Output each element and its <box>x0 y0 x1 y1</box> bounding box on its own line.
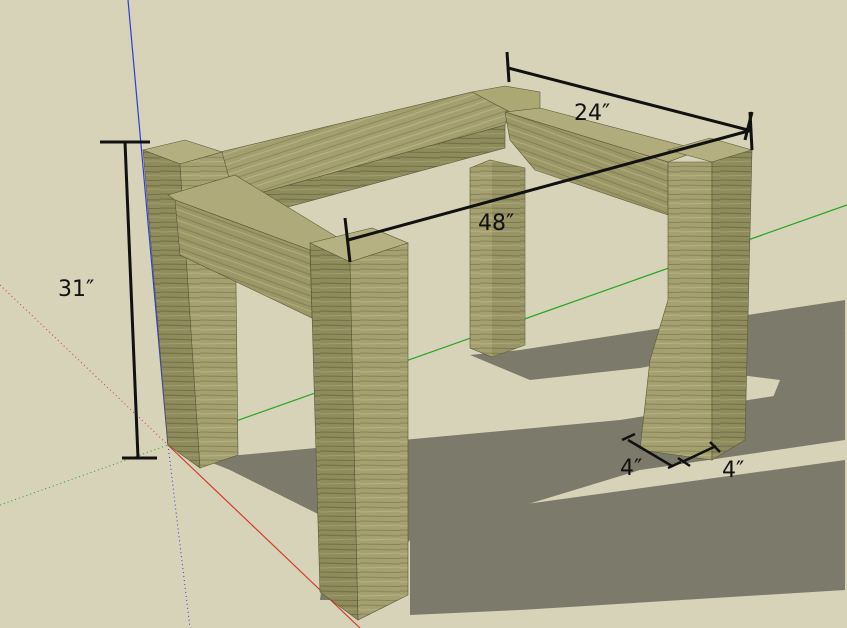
green-axis-dotted <box>0 444 169 506</box>
cast-shadow <box>205 300 845 615</box>
model-viewport[interactable]: 31″ 48″ 24″ 4″ 4″ <box>0 0 847 628</box>
depth-label: 24″ <box>574 101 610 126</box>
front-left-leg <box>309 227 409 621</box>
leg-width-label: 4″ <box>620 456 642 481</box>
height-label: 31″ <box>58 277 94 302</box>
back-right-leg <box>469 159 526 358</box>
red-axis-dotted <box>0 284 169 446</box>
blue-axis-dotted <box>167 444 191 628</box>
length-label: 48″ <box>478 211 514 236</box>
leg-depth-label: 4″ <box>722 458 744 483</box>
